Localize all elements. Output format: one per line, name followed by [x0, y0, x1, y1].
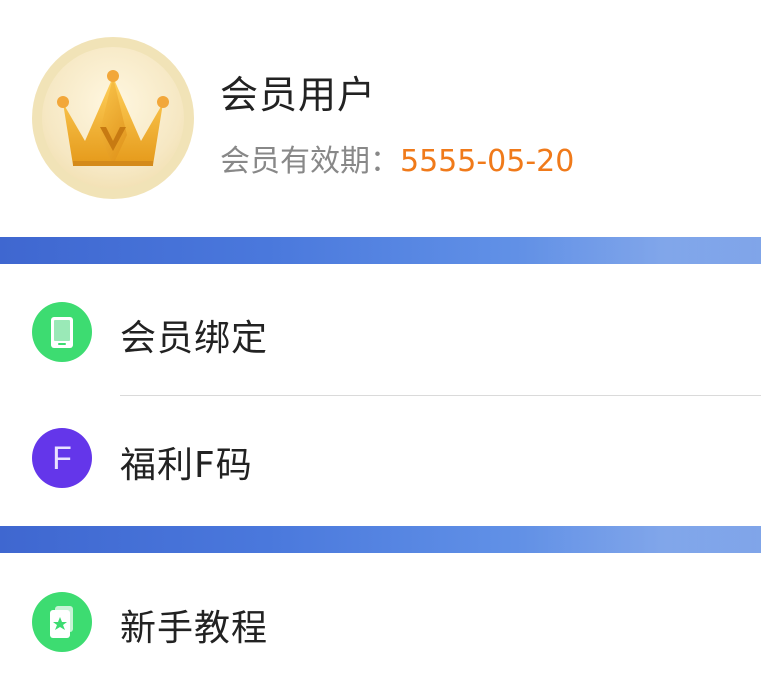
- section-separator: [0, 237, 761, 264]
- letter-f-icon: F: [32, 428, 92, 488]
- star-card-icon: [32, 592, 92, 652]
- menu-item-member-binding[interactable]: 会员绑定: [0, 264, 761, 394]
- menu-item-beginner-tutorial[interactable]: 新手教程: [0, 553, 761, 676]
- username: 会员用户: [220, 73, 377, 117]
- membership-validity: 会员有效期：5555-05-20: [220, 136, 574, 180]
- profile-card: 会员用户 会员有效期：5555-05-20: [0, 0, 761, 237]
- validity-label: 会员有效期：: [220, 144, 400, 179]
- crown-icon: [57, 70, 169, 166]
- menu-group-1: 会员绑定 F 福利F码: [0, 264, 761, 526]
- tablet-icon: [32, 302, 92, 362]
- avatar: [32, 37, 194, 199]
- validity-date: 5555-05-20: [400, 144, 575, 179]
- menu-label-member-binding: 会员绑定: [120, 318, 269, 359]
- menu-label-beginner-tutorial: 新手教程: [120, 608, 269, 649]
- menu-label-benefit-code: 福利F码: [120, 445, 253, 486]
- menu-item-benefit-code[interactable]: F 福利F码: [0, 396, 761, 526]
- section-separator: [0, 526, 761, 553]
- menu-group-2: 新手教程: [0, 553, 761, 676]
